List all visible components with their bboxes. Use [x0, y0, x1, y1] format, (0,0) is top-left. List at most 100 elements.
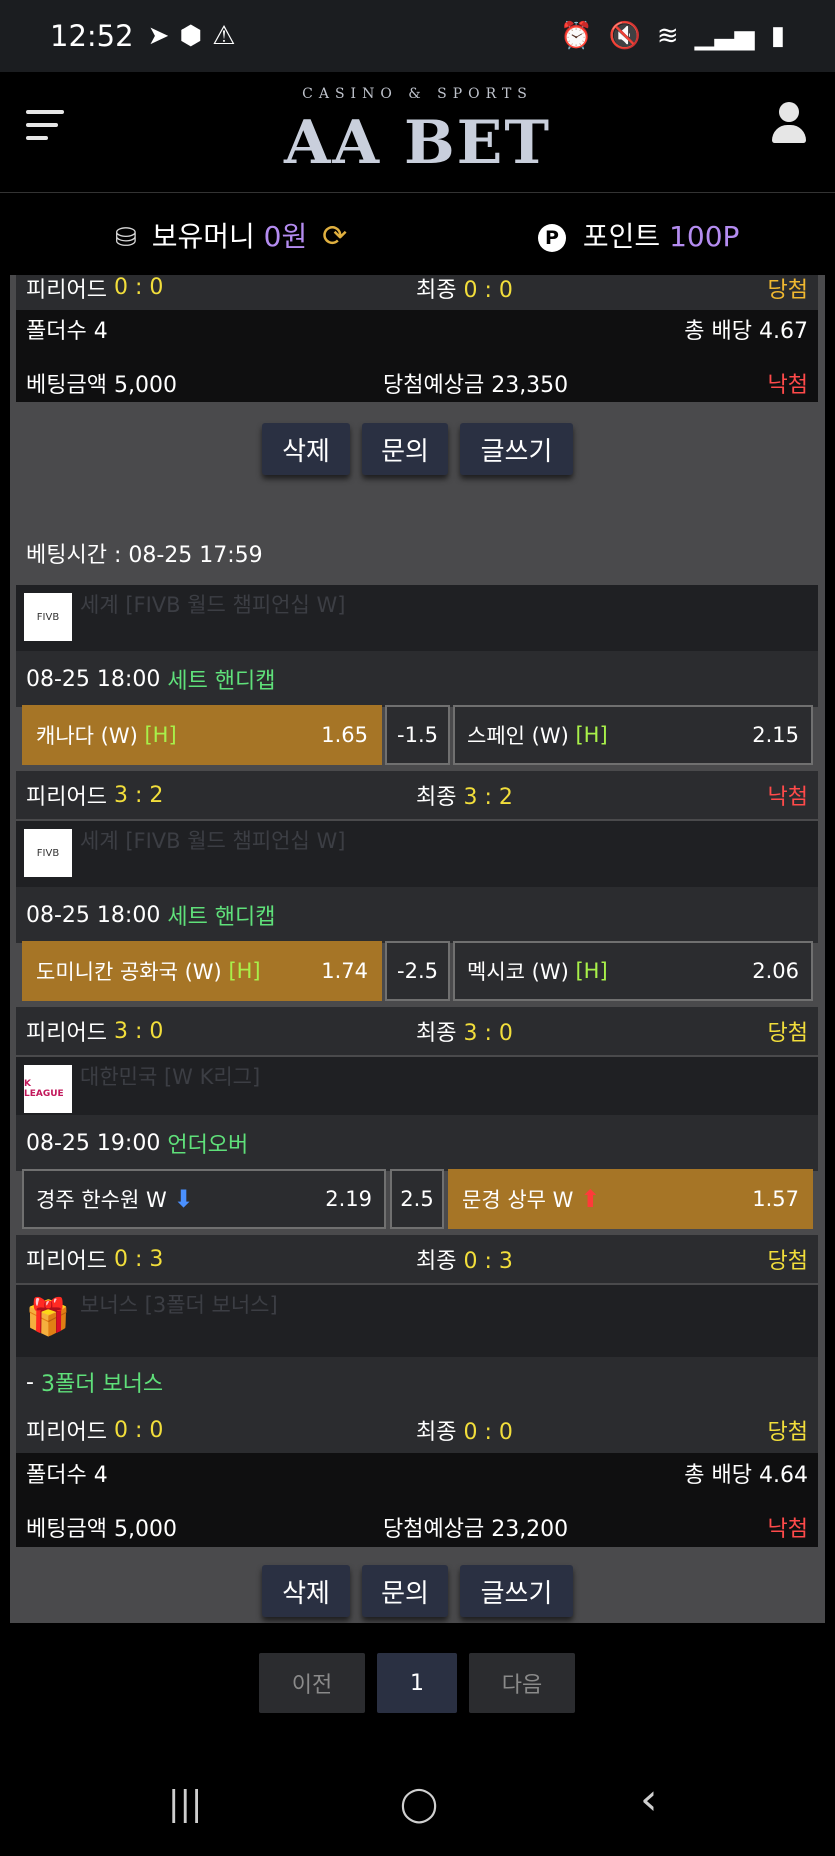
period-score: 0 : 3 [113, 1246, 164, 1272]
gift-icon: 🎁 [25, 1297, 71, 1338]
period-label: 피리어드 [26, 277, 107, 303]
kleague-logo-icon: K LEAGUE [24, 1065, 72, 1113]
period-score: 3 : 0 [113, 1018, 164, 1044]
slip-status: 낙첨 [767, 373, 808, 398]
next-page-button[interactable]: 다음 [469, 1653, 575, 1713]
status-bar: 12:52 ➤ ⬢ ⚠ ⏰ 🔇 ≋ ▁▃▅ ▮ [0, 0, 835, 72]
home-bet[interactable]: 도미니칸 공화국 (W) [H] 1.74 [22, 941, 382, 1001]
site-header: CASINO & SPORTS AA BET [0, 72, 835, 193]
period-label: 피리어드 [26, 1420, 107, 1445]
prev-page-button[interactable]: 이전 [259, 1653, 365, 1713]
bonus-prefix: - [26, 1369, 34, 1395]
match-datetime: 08-25 18:00 [26, 666, 161, 692]
match-info: 08-25 18:00 세트 핸디캡 [16, 887, 818, 943]
team-name: 경주 한수원 W [36, 1188, 167, 1212]
total-odds: 총 배당 4.67 [684, 319, 808, 344]
league-name: 세계 [FIVB 월드 챔피언십 W] [80, 829, 346, 853]
handicap-tag: [H] [575, 723, 608, 747]
expected-winnings: 당첨예상금 23,350 [383, 373, 569, 398]
market-type: 세트 핸디캡 [167, 905, 276, 930]
odds: 1.65 [321, 723, 368, 747]
odds: 1.74 [321, 959, 368, 983]
team-name: 멕시코 (W) [467, 960, 569, 984]
slip-summary: 폴더수 4 총 배당 4.67 베팅금액 5,000 당첨예상금 23,350 … [16, 310, 818, 402]
points-value: 100P [669, 220, 740, 253]
away-bet[interactable]: 문경 상무 W ⬆ 1.57 [448, 1169, 813, 1229]
result-status: 당첨 [767, 1420, 808, 1445]
away-bet[interactable]: 멕시코 (W) [H] 2.06 [453, 941, 813, 1001]
result-row: 피리어드 3 : 0 최종 3 : 0 당첨 [16, 1007, 818, 1055]
points-label: 포인트 [582, 220, 661, 253]
delete-button[interactable]: 삭제 [262, 423, 350, 475]
result-row: 피리어드 0 : 0 최종 0 : 0 당첨 [16, 275, 818, 310]
write-post-button[interactable]: 글쓰기 [460, 423, 573, 475]
handicap-line: -2.5 [385, 941, 450, 1001]
odds: 2.15 [752, 723, 799, 747]
period-label: 피리어드 [26, 1249, 107, 1274]
alarm-icon: ⏰ [560, 21, 593, 51]
warning-icon: ⚠ [212, 21, 236, 51]
inquiry-button[interactable]: 문의 [362, 423, 448, 475]
odds: 1.57 [752, 1187, 799, 1211]
final-label: 최종 [416, 785, 457, 810]
folder-count: 폴더수 4 [26, 319, 108, 344]
total-line: 2.5 [390, 1169, 444, 1229]
match-datetime: 08-25 18:00 [26, 902, 161, 928]
telegram-icon: ➤ [147, 21, 170, 51]
period-label: 피리어드 [26, 1021, 107, 1046]
handicap-line: -1.5 [385, 705, 450, 765]
fivb-logo-icon: FIVB [24, 593, 72, 641]
inquiry-button[interactable]: 문의 [362, 1565, 448, 1617]
final-label: 최종 [416, 1249, 457, 1274]
bonus-info: - 3폴더 보너스 [16, 1357, 818, 1407]
odds: 2.19 [325, 1187, 372, 1211]
away-bet[interactable]: 스페인 (W) [H] 2.15 [453, 705, 813, 765]
home-bet[interactable]: 캐나다 (W) [H] 1.65 [22, 705, 382, 765]
status-time: 12:52 [50, 19, 134, 53]
delete-button[interactable]: 삭제 [262, 1565, 350, 1617]
write-post-button[interactable]: 글쓰기 [460, 1565, 573, 1617]
period-score: 0 : 0 [113, 275, 164, 300]
money-balance: ⛁ 보유머니 0원 ⟳ [115, 215, 347, 255]
final-label: 최종 [416, 1420, 457, 1445]
folder-count: 폴더수 4 [26, 1463, 108, 1488]
wifi-icon: ≋ [656, 21, 679, 51]
team-name: 문경 상무 W [462, 1188, 574, 1212]
final-score: 0 : 3 [463, 1249, 513, 1274]
team-name: 스페인 (W) [467, 724, 569, 748]
league-header: FIVB 세계 [FIVB 월드 챔피언십 W] [16, 821, 818, 887]
handicap-tag: [H] [575, 959, 608, 983]
fivb-logo-icon: FIVB [24, 829, 72, 877]
arrow-up-icon: ⬆ [580, 1185, 601, 1213]
home-bet[interactable]: 경주 한수원 W ⬇ 2.19 [22, 1169, 386, 1229]
final-score: 0 : 0 [463, 1420, 513, 1445]
final-score: 0 : 0 [463, 277, 513, 303]
system-nav-bar: ||| ◯ ‹ [0, 1760, 835, 1856]
signal-icon: ▁▃▅ [694, 21, 755, 51]
match-info: 08-25 19:00 언더오버 [16, 1115, 818, 1171]
handicap-tag: [H] [144, 723, 177, 747]
league-name: 보너스 [3폴더 보너스] [80, 1293, 278, 1317]
points-icon: P [538, 224, 566, 252]
balance-bar: ⛁ 보유머니 0원 ⟳ P 포인트 100P [0, 193, 835, 275]
points-balance: P 포인트 100P [538, 215, 739, 255]
handicap-tag: [H] [228, 959, 261, 983]
refresh-icon[interactable]: ⟳ [322, 219, 347, 254]
result-status: 낙첨 [767, 785, 808, 810]
back-icon[interactable]: ‹ [640, 1774, 658, 1825]
league-header: FIVB 세계 [FIVB 월드 챔피언십 W] [16, 585, 818, 651]
home-icon[interactable]: ◯ [400, 1784, 438, 1824]
user-icon[interactable] [771, 102, 807, 144]
period-score: 3 : 2 [113, 782, 164, 808]
slip-summary: 폴더수 4 총 배당 4.64 베팅금액 5,000 당첨예상금 23,200 … [16, 1453, 818, 1547]
league-name: 대한민국 [W K리그] [80, 1065, 261, 1089]
site-logo[interactable]: AA BET [0, 108, 835, 178]
current-page-button[interactable]: 1 [377, 1653, 457, 1713]
final-label: 최종 [416, 277, 457, 303]
final-score: 3 : 2 [463, 785, 513, 810]
recent-apps-icon[interactable]: ||| [168, 1784, 202, 1824]
odds: 2.06 [752, 959, 799, 983]
money-value: 0원 [263, 220, 308, 253]
total-odds: 총 배당 4.64 [684, 1463, 808, 1488]
market-type: 언더오버 [167, 1133, 249, 1158]
